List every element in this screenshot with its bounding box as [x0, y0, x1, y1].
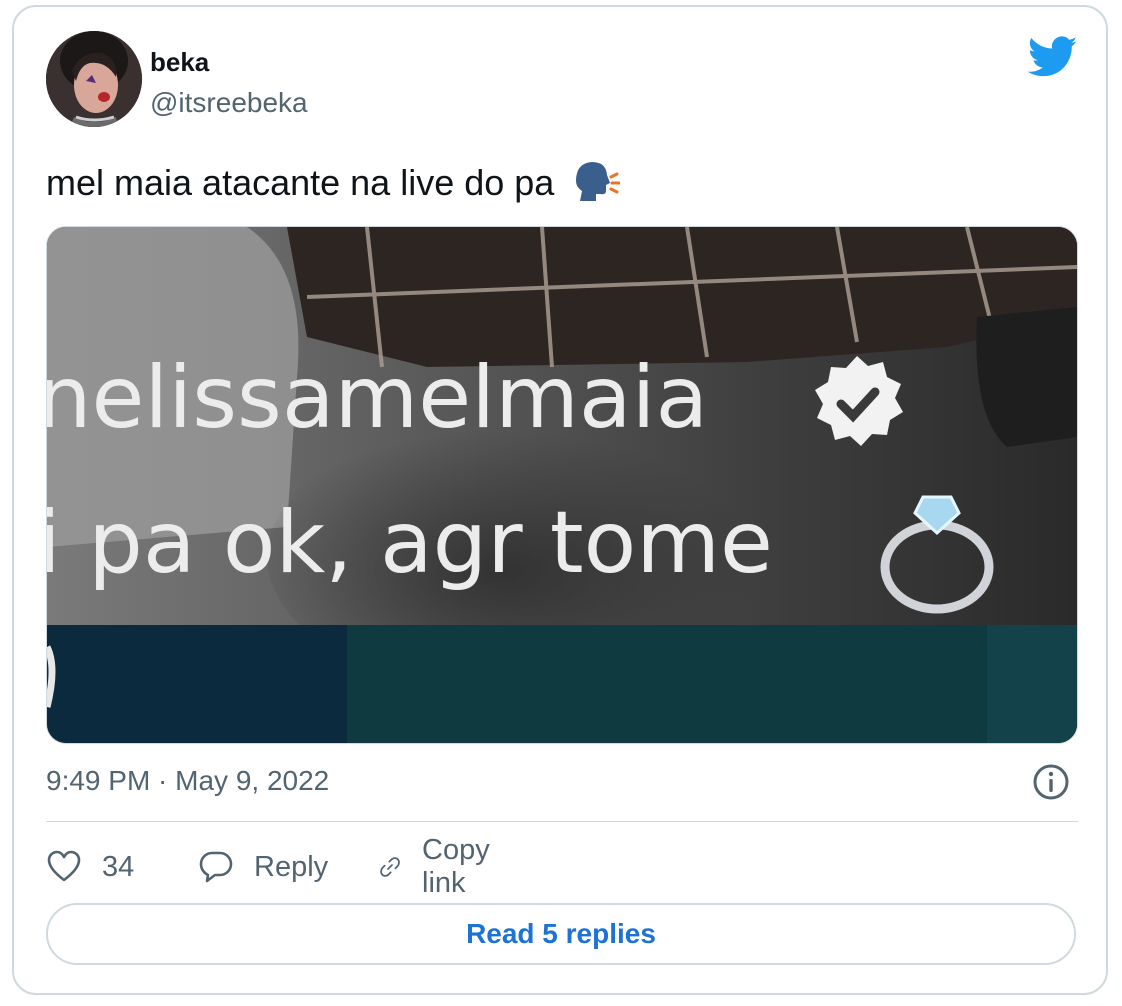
- reply-bubble-icon: [199, 851, 233, 883]
- tweet-media-image[interactable]: nelissamelmaia i pa ok, agr tome: [46, 226, 1078, 744]
- media-caption-username: nelissamelmaia: [47, 348, 708, 448]
- author-handle[interactable]: @itsreebeka: [150, 87, 308, 119]
- like-count: 34: [102, 850, 135, 883]
- reply-button[interactable]: Reply: [198, 845, 328, 889]
- info-icon[interactable]: [1032, 763, 1070, 801]
- avatar[interactable]: [46, 31, 142, 127]
- tweet-card: beka @itsreebeka mel maia atacante na li…: [12, 5, 1108, 995]
- media-caption-text: i pa ok, agr tome: [47, 493, 773, 593]
- reply-label: Reply: [254, 850, 329, 883]
- tweet-body: mel maia atacante na live do pa: [46, 162, 555, 203]
- divider: [46, 821, 1078, 822]
- speaking-head-icon: [572, 157, 621, 205]
- author-name[interactable]: beka: [150, 47, 209, 78]
- read-replies-label: Read 5 replies: [466, 918, 656, 949]
- link-icon: [380, 857, 400, 877]
- copy-link-label: Copy link: [422, 834, 490, 899]
- like-button[interactable]: 34: [46, 845, 134, 889]
- heart-icon: [47, 850, 81, 882]
- tweet-timestamp[interactable]: 9:49 PM · May 9, 2022: [46, 765, 329, 797]
- twitter-bird-icon[interactable]: [1027, 35, 1078, 79]
- tweet-text: mel maia atacante na live do pa: [46, 157, 621, 205]
- read-replies-button[interactable]: Read 5 replies: [46, 903, 1076, 965]
- copy-link-button[interactable]: Copy link: [378, 834, 502, 899]
